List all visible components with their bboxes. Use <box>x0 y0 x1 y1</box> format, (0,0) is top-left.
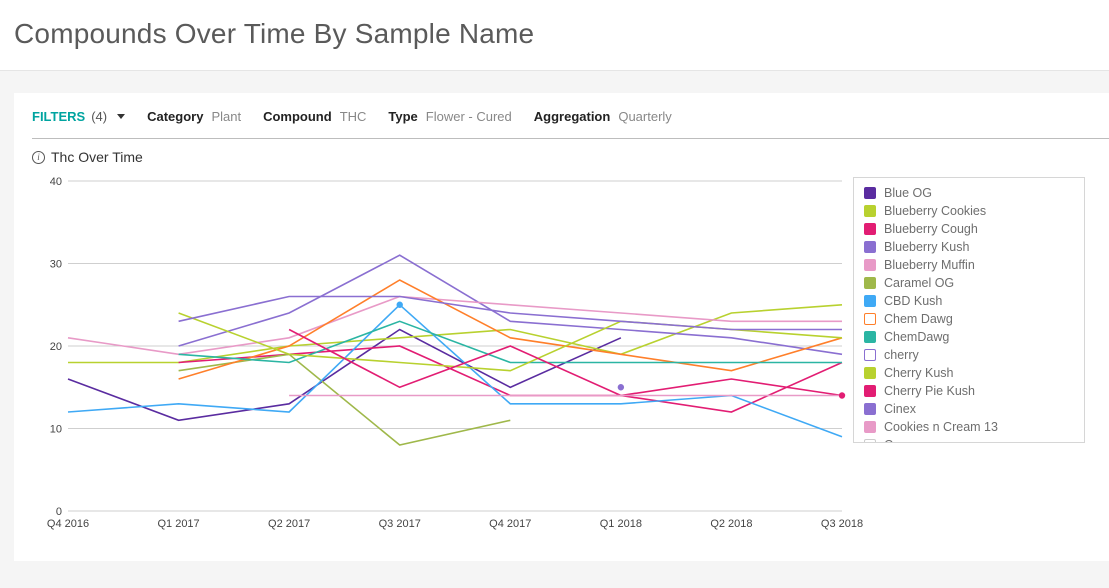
filter-value: Quarterly <box>618 109 671 124</box>
filter-label: Category <box>147 109 203 124</box>
filter-label: Aggregation <box>534 109 611 124</box>
legend-item[interactable]: Blueberry Cookies <box>864 202 1074 220</box>
filter-value: THC <box>340 109 367 124</box>
chart-area: 0 10 20 30 40 Q4 2016 Q1 2017 Q2 2017 Q3 2017 Q4 … <box>32 171 1109 541</box>
legend-item[interactable]: Chem Dawg <box>864 310 1074 328</box>
svg-text:Q4 2017: Q4 2017 <box>489 518 531 530</box>
chart-header: i Thc Over Time <box>32 149 1109 165</box>
legend-swatch <box>864 223 876 235</box>
info-icon[interactable]: i <box>32 151 45 164</box>
svg-text:40: 40 <box>50 176 62 188</box>
legend-swatch <box>864 187 876 199</box>
legend-item[interactable]: Blue OG <box>864 184 1074 202</box>
legend-item[interactable]: Blueberry Muffin <box>864 256 1074 274</box>
filters-count: (4) <box>91 109 107 124</box>
legend-swatch <box>864 403 876 415</box>
legend-label: Blueberry Kush <box>884 240 969 254</box>
legend-swatch <box>864 295 876 307</box>
legend-swatch <box>864 385 876 397</box>
legend-swatch <box>864 205 876 217</box>
filters-toggle[interactable]: FILTERS (4) <box>32 109 125 124</box>
page-title: Compounds Over Time By Sample Name <box>14 18 1095 50</box>
chevron-down-icon <box>117 114 125 119</box>
legend-swatch <box>864 241 876 253</box>
filter-compound[interactable]: Compound THC <box>263 109 366 124</box>
svg-text:Q4 2016: Q4 2016 <box>47 518 89 530</box>
legend-item[interactable]: Cherry Kush <box>864 364 1074 382</box>
svg-text:Q3 2018: Q3 2018 <box>821 518 863 530</box>
filter-bar: FILTERS (4) Category Plant Compound THC … <box>32 109 1109 139</box>
legend-item[interactable]: Cherry Pie Kush <box>864 382 1074 400</box>
filter-category[interactable]: Category Plant <box>147 109 241 124</box>
legend-label: Chem Dawg <box>884 312 953 326</box>
legend-item[interactable]: Caramel OG <box>864 274 1074 292</box>
legend-label: Cinex <box>884 402 916 416</box>
legend-label: Cherry Kush <box>884 366 953 380</box>
legend-label: Caramel OG <box>884 276 954 290</box>
chart-title: Thc Over Time <box>51 149 143 165</box>
svg-text:Q3 2017: Q3 2017 <box>379 518 421 530</box>
svg-text:Q2 2018: Q2 2018 <box>710 518 752 530</box>
legend-item[interactable]: ChemDawg <box>864 328 1074 346</box>
legend-label: Corazon <box>884 438 931 443</box>
filter-aggregation[interactable]: Aggregation Quarterly <box>534 109 672 124</box>
legend-label: Blueberry Muffin <box>884 258 975 272</box>
legend-swatch <box>864 277 876 289</box>
legend-swatch <box>864 439 876 443</box>
legend-swatch <box>864 421 876 433</box>
svg-text:20: 20 <box>50 341 62 353</box>
svg-text:10: 10 <box>50 424 62 436</box>
legend-item[interactable]: CBD Kush <box>864 292 1074 310</box>
legend-label: ChemDawg <box>884 330 949 344</box>
filter-value: Plant <box>211 109 241 124</box>
legend-swatch <box>864 259 876 271</box>
legend-label: Blueberry Cookies <box>884 204 986 218</box>
legend-swatch <box>864 331 876 343</box>
legend-item[interactable]: Corazon <box>864 436 1074 443</box>
legend-label: CBD Kush <box>884 294 942 308</box>
filter-type[interactable]: Type Flower - Cured <box>388 109 511 124</box>
legend-item[interactable]: cherry <box>864 346 1074 364</box>
legend-swatch <box>864 367 876 379</box>
filter-value: Flower - Cured <box>426 109 512 124</box>
svg-text:30: 30 <box>50 259 62 271</box>
legend-item[interactable]: Blueberry Cough <box>864 220 1074 238</box>
legend-swatch <box>864 313 876 325</box>
legend-item[interactable]: Cinex <box>864 400 1074 418</box>
svg-text:0: 0 <box>56 506 62 518</box>
svg-text:Q1 2017: Q1 2017 <box>157 518 199 530</box>
page-header: Compounds Over Time By Sample Name <box>0 0 1109 71</box>
chart-panel: FILTERS (4) Category Plant Compound THC … <box>14 93 1109 561</box>
legend-label: Blue OG <box>884 186 932 200</box>
filters-label: FILTERS <box>32 109 85 124</box>
svg-text:Q1 2018: Q1 2018 <box>600 518 642 530</box>
legend-label: cherry <box>884 348 919 362</box>
legend-label: Cherry Pie Kush <box>884 384 975 398</box>
filter-label: Type <box>388 109 417 124</box>
filter-label: Compound <box>263 109 332 124</box>
legend-item[interactable]: Blueberry Kush <box>864 238 1074 256</box>
legend[interactable]: Blue OG Blueberry Cookies Blueberry Cough B… <box>853 177 1085 443</box>
legend-label: Cookies n Cream 13 <box>884 420 998 434</box>
legend-item[interactable]: Cookies n Cream 13 <box>864 418 1074 436</box>
svg-text:Q2 2017: Q2 2017 <box>268 518 310 530</box>
legend-swatch <box>864 349 876 361</box>
legend-label: Blueberry Cough <box>884 222 978 236</box>
